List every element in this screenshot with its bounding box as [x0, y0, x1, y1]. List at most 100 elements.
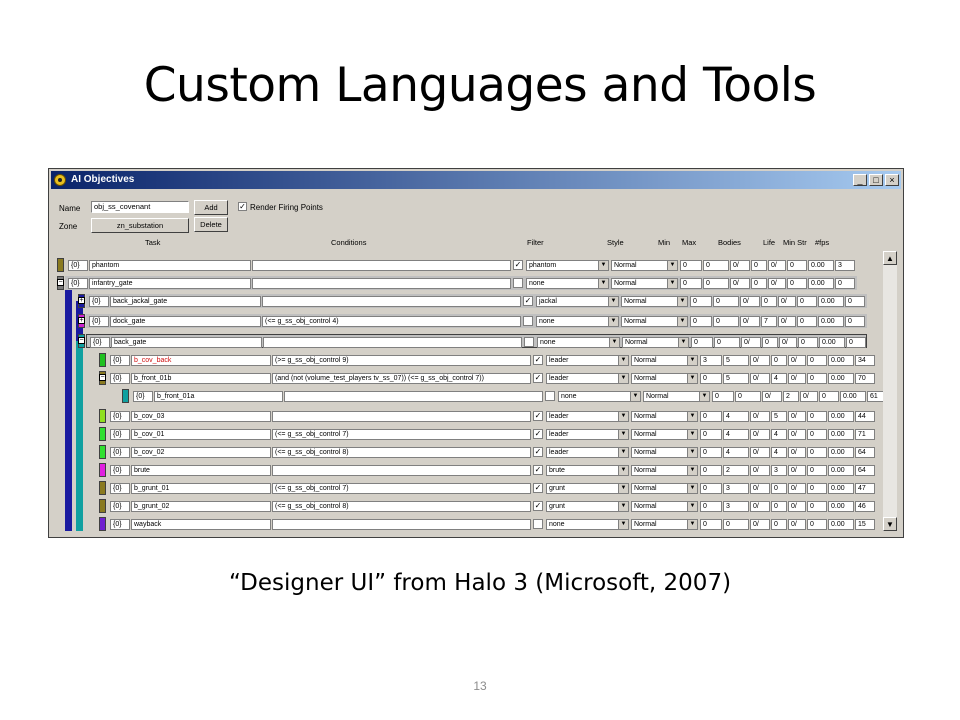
dropdown-arrow-icon[interactable]: ▼ — [687, 502, 697, 511]
life-count-field[interactable]: 0 — [787, 260, 807, 271]
filter-enabled-checkbox[interactable] — [523, 316, 533, 326]
collapse-icon[interactable]: − — [57, 279, 64, 286]
filter-dropdown[interactable]: none ▼ — [558, 391, 641, 402]
life-count-field[interactable]: 0 — [787, 278, 807, 289]
bodies-field[interactable]: 0/ — [750, 465, 770, 476]
dropdown-arrow-icon[interactable]: ▼ — [618, 448, 628, 457]
expand-icon[interactable]: + — [78, 317, 85, 324]
minimize-icon[interactable]: _ — [853, 174, 867, 186]
bodies-field[interactable]: 0/ — [750, 519, 770, 530]
life-field[interactable]: 0/ — [768, 260, 786, 271]
conditions-field[interactable] — [252, 278, 511, 289]
delete-button[interactable]: Delete — [194, 217, 228, 232]
bodies-field[interactable]: 0/ — [750, 483, 770, 494]
conditions-field[interactable] — [272, 519, 531, 530]
filter-dropdown[interactable]: leader ▼ — [546, 411, 629, 422]
task-row[interactable]: {0} phantom ✓ phantom ▼ Normal ▼ 0 0 0/0 0/0 0.00 3 — [65, 258, 857, 272]
min-field[interactable]: 0 — [700, 429, 722, 440]
task-prefix-field[interactable]: {0} — [110, 373, 130, 384]
expand-icon[interactable]: + — [78, 297, 85, 304]
filter-dropdown[interactable]: grunt ▼ — [546, 483, 629, 494]
fps-field[interactable]: 44 — [855, 411, 875, 422]
min-str-field[interactable]: 0.00 — [828, 447, 854, 458]
filter-dropdown[interactable]: none ▼ — [546, 519, 629, 530]
min-str-field[interactable]: 0.00 — [840, 391, 866, 402]
task-name-field[interactable]: dock_gate — [110, 316, 261, 327]
dropdown-arrow-icon[interactable]: ▼ — [667, 261, 677, 270]
max-field[interactable]: 0 — [713, 316, 739, 327]
bodies-field[interactable]: 0/ — [730, 260, 750, 271]
bodies-field[interactable]: 0/ — [750, 447, 770, 458]
bodies-field[interactable]: 0/ — [730, 278, 750, 289]
task-prefix-field[interactable]: {0} — [68, 260, 88, 271]
life-count-field[interactable]: 0 — [807, 355, 827, 366]
fps-field[interactable]: 3 — [835, 260, 855, 271]
style-dropdown[interactable]: Normal ▼ — [611, 278, 678, 289]
bodies-field[interactable]: 0/ — [750, 411, 770, 422]
min-field[interactable]: 3 — [700, 355, 722, 366]
min-field[interactable]: 0 — [700, 519, 722, 530]
dropdown-arrow-icon[interactable]: ▼ — [630, 392, 640, 401]
task-name-field[interactable]: phantom — [89, 260, 251, 271]
dropdown-arrow-icon[interactable]: ▼ — [699, 392, 709, 401]
task-name-field[interactable]: b_front_01b — [131, 373, 271, 384]
fps-field[interactable]: 46 — [855, 501, 875, 512]
add-button[interactable]: Add — [194, 200, 228, 215]
dropdown-arrow-icon[interactable]: ▼ — [677, 317, 687, 326]
max-field[interactable]: 3 — [723, 483, 749, 494]
dropdown-arrow-icon[interactable]: ▼ — [618, 520, 628, 529]
style-dropdown[interactable]: Normal ▼ — [631, 411, 698, 422]
fps-field[interactable]: 47 — [855, 483, 875, 494]
dropdown-arrow-icon[interactable]: ▼ — [608, 297, 618, 306]
task-row[interactable]: {0} brute ✓ brute ▼ Normal ▼ 0 2 0/3 0/0 0.00 64 — [107, 463, 877, 477]
min-field[interactable]: 0 — [680, 260, 702, 271]
life-field[interactable]: 0/ — [788, 501, 806, 512]
fps-field[interactable]: 71 — [855, 429, 875, 440]
dropdown-arrow-icon[interactable]: ▼ — [598, 279, 608, 288]
min-field[interactable]: 0 — [690, 316, 712, 327]
life-field[interactable]: 0/ — [800, 391, 818, 402]
min-str-field[interactable]: 0.00 — [828, 465, 854, 476]
bodies-count-field[interactable]: 0 — [761, 296, 777, 307]
min-field[interactable]: 0 — [700, 411, 722, 422]
filter-enabled-checkbox[interactable]: ✓ — [533, 465, 543, 475]
dropdown-arrow-icon[interactable]: ▼ — [687, 412, 697, 421]
filter-enabled-checkbox[interactable] — [545, 391, 555, 401]
life-field[interactable]: 0/ — [778, 316, 796, 327]
max-field[interactable]: 2 — [723, 465, 749, 476]
task-prefix-field[interactable]: {0} — [89, 316, 109, 327]
min-str-field[interactable]: 0.00 — [828, 519, 854, 530]
task-row[interactable]: {0} b_cov_02 (<= g_ss_obj_control 8) ✓ leade… — [107, 445, 877, 459]
bodies-field[interactable]: 0/ — [750, 355, 770, 366]
bodies-field[interactable]: 0/ — [762, 391, 782, 402]
max-field[interactable]: 0 — [713, 296, 739, 307]
max-field[interactable]: 0 — [703, 278, 729, 289]
bodies-count-field[interactable]: 0 — [751, 260, 767, 271]
filter-enabled-checkbox[interactable] — [524, 337, 534, 347]
fps-field[interactable]: 34 — [855, 355, 875, 366]
task-prefix-field[interactable]: {0} — [110, 429, 130, 440]
max-field[interactable]: 4 — [723, 429, 749, 440]
min-field[interactable]: 0 — [680, 278, 702, 289]
min-str-field[interactable]: 0.00 — [808, 278, 834, 289]
conditions-field[interactable]: (<= g_ss_obj_control 7) — [272, 483, 531, 494]
task-name-field[interactable]: back_gate — [111, 337, 262, 348]
min-str-field[interactable]: 0.00 — [828, 483, 854, 494]
maximize-icon[interactable]: □ — [869, 174, 883, 186]
dropdown-arrow-icon[interactable]: ▼ — [678, 338, 688, 347]
life-count-field[interactable]: 0 — [807, 465, 827, 476]
fps-field[interactable]: 0 — [835, 278, 855, 289]
style-dropdown[interactable]: Normal ▼ — [621, 316, 688, 327]
life-field[interactable]: 0/ — [788, 373, 806, 384]
bodies-count-field[interactable]: 0 — [771, 519, 787, 530]
bodies-field[interactable]: 0/ — [740, 296, 760, 307]
dropdown-arrow-icon[interactable]: ▼ — [677, 297, 687, 306]
style-dropdown[interactable]: Normal ▼ — [621, 296, 688, 307]
task-name-field[interactable]: b_front_01a — [154, 391, 283, 402]
life-field[interactable]: 0/ — [768, 278, 786, 289]
max-field[interactable]: 3 — [723, 501, 749, 512]
task-prefix-field[interactable]: {0} — [133, 391, 153, 402]
filter-enabled-checkbox[interactable]: ✓ — [533, 429, 543, 439]
style-dropdown[interactable]: Normal ▼ — [643, 391, 710, 402]
conditions-field[interactable]: (and (not (volume_test_players tv_ss_07)… — [272, 373, 531, 384]
